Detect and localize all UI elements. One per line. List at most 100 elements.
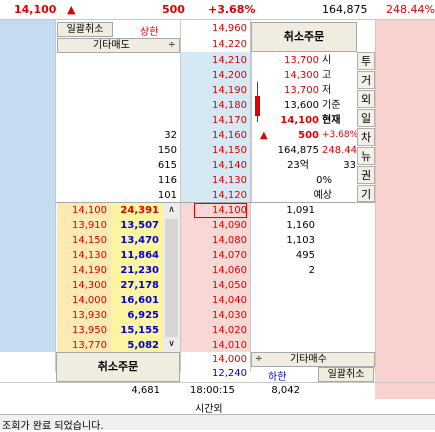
trade-amount: 23억 [287,160,309,171]
buy-price[interactable]: 14,080 [181,233,247,248]
info-change-rate: +3.68% [322,130,359,140]
sell-qty: 101 [157,190,177,201]
summary-bar: 14,100 ▲ 500 +3.68% 164,875 248.44% [0,0,435,20]
tick-qty: 13,470 [120,235,159,246]
sell-left-bg [0,20,55,202]
up-arrow-icon: ▲ [67,3,76,16]
buy-total: 8,042 [271,385,300,396]
expected-label: 예상 [313,190,332,201]
sell-price[interactable]: 14,200 [181,68,247,83]
tab-cha[interactable]: 차 [357,128,375,146]
grid-line [375,20,376,372]
base-price: 13,600 [284,100,319,111]
buy-price[interactable]: 14,030 [181,308,247,323]
tab-il[interactable]: 일 [357,109,375,127]
tab-tu[interactable]: 투 [357,52,375,70]
sell-qty: 116 [157,175,177,186]
sell-price[interactable]: 14,180 [181,98,247,113]
price-change: 500 [162,3,185,16]
current-info-price: 14,100 [280,115,319,126]
sell-price[interactable]: 14,160 [181,128,247,143]
buy-qty: 1,091 [286,205,315,216]
sell-right-bg [375,20,435,400]
buy-left-bg [0,202,55,352]
info-percent: 0% [316,175,332,186]
buy-price[interactable]: 14,000 [181,352,247,367]
tick-price: 14,100 [72,205,107,216]
low-label: 저 [322,85,332,96]
buy-qty: 1,103 [286,235,315,246]
tab-geo[interactable]: 거 [357,71,375,89]
tick-price: 14,150 [72,235,107,246]
tab-oe[interactable]: 외 [357,90,375,108]
open-price: 13,700 [284,55,319,66]
other-sell-label: 기타매도 [93,40,130,51]
sell-price[interactable]: 14,140 [181,158,247,173]
sell-price-top: 14,220 [212,39,247,50]
info-change: 500 [298,130,319,141]
sell-price[interactable]: 14,150 [181,143,247,158]
sell-price[interactable]: 14,190 [181,83,247,98]
info-up-arrow-icon: ▲ [260,130,268,141]
tick-price: 13,770 [72,340,107,351]
buy-price[interactable]: 14,010 [181,338,247,353]
sell-price[interactable]: 14,210 [181,53,247,68]
base-label: 기준 [322,100,341,111]
spin-icon: ÷ [255,354,263,364]
upper-limit-price: 14,960 [212,23,247,34]
sell-qty: 615 [157,160,177,171]
lower-limit-price: 12,240 [212,368,247,379]
info-volume-rate: 248.44 [322,145,357,156]
buy-price[interactable]: 14,070 [181,248,247,263]
change-rate: +3.68% [208,3,256,16]
sell-price[interactable]: 14,130 [181,173,247,188]
buy-price[interactable]: 14,090 [181,218,247,233]
sell-price[interactable]: 14,170 [181,113,247,128]
price-candle-icon [255,82,260,122]
scroll-thumb[interactable] [165,219,178,337]
sell-qty: 32 [164,130,177,141]
tab-gi[interactable]: 기 [357,185,375,202]
cancel-order-button-bottom[interactable]: 취소주문 [56,352,180,382]
bulk-cancel-button[interactable]: 일괄취소 [57,22,113,37]
tick-qty: 21,230 [120,265,159,276]
buy-qty: 2 [308,265,315,276]
totals-bar: 4,681 18:00:15 8,042 [0,382,435,399]
tab-nyu[interactable]: 뉴 [357,147,375,165]
tick-qty: 5,082 [127,340,159,351]
other-sell-dropdown[interactable]: 기타매도 ÷ [57,38,180,53]
cancel-order-button[interactable]: 취소주문 [251,22,357,52]
buy-price[interactable]: 14,060 [181,263,247,278]
tick-qty: 27,178 [120,280,159,291]
tab-gwon[interactable]: 권 [357,166,375,184]
lower-limit-label: 하한 [268,372,287,383]
low-price: 13,700 [284,85,319,96]
info-volume: 164,875 [277,145,319,156]
tick-scrollbar[interactable]: ∧ ∨ [163,203,180,352]
other-buy-dropdown[interactable]: ÷ 기타매수 [251,352,375,367]
status-bar: 조회가 완료 되었습니다. [0,414,435,432]
tick-price: 14,000 [72,295,107,306]
volume: 164,875 [322,3,368,16]
scroll-down-icon[interactable]: ∨ [163,337,180,352]
buy-qty: 1,160 [286,220,315,231]
buy-price[interactable]: 14,040 [181,293,247,308]
tick-price: 14,130 [72,250,107,261]
volume-rate: 248.44% [386,3,435,16]
tick-price: 13,950 [72,325,107,336]
buy-price[interactable]: 14,050 [181,278,247,293]
bulk-cancel-button-bottom[interactable]: 일괄취소 [318,367,374,382]
trade-amount-extra: 33 [343,160,356,171]
sell-price[interactable]: 14,120 [181,188,247,203]
tick-price: 14,300 [72,280,107,291]
clock: 18:00:15 [190,385,235,396]
buy-price[interactable]: 14,100 [181,203,247,218]
open-label: 시 [322,55,332,66]
high-label: 고 [322,70,332,81]
tick-price: 13,930 [72,310,107,321]
scroll-up-icon[interactable]: ∧ [163,203,180,218]
tick-qty: 11,864 [120,250,159,261]
high-price: 14,300 [284,70,319,81]
buy-price[interactable]: 14,020 [181,323,247,338]
tick-price: 13,910 [72,220,107,231]
